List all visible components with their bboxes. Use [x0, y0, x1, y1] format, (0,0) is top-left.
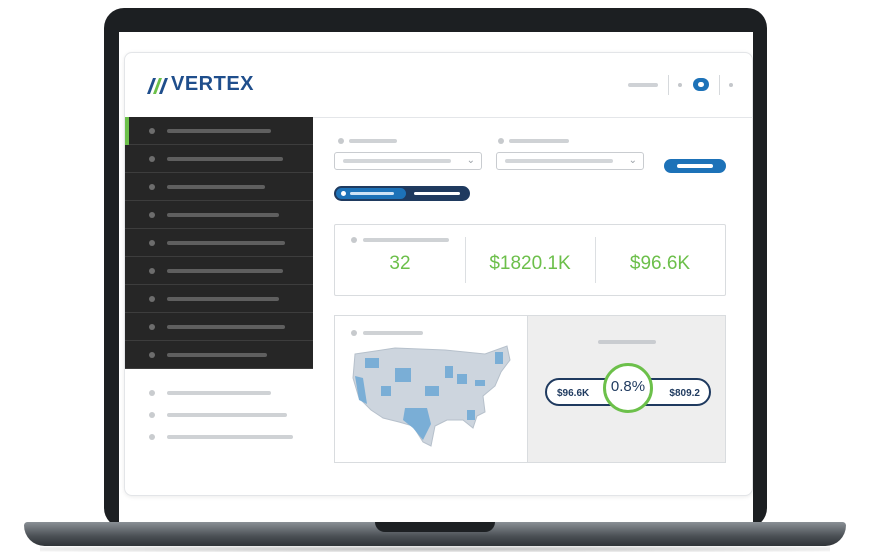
- chevron-down-icon: ⌄: [628, 155, 637, 166]
- laptop-shadow: [40, 546, 830, 552]
- sidebar-item[interactable]: [125, 313, 313, 341]
- sidebar-item-label: [167, 297, 279, 301]
- sidebar: [125, 117, 313, 495]
- map-state-highlight: [425, 386, 439, 396]
- sidebar-item[interactable]: [125, 201, 313, 229]
- toggle-option[interactable]: [414, 192, 460, 195]
- sidebar-item[interactable]: [125, 145, 313, 173]
- apply-button[interactable]: [664, 159, 726, 173]
- sidebar-item[interactable]: [125, 341, 313, 369]
- kpi-count: 32: [389, 253, 411, 274]
- chevron-down-icon: ⌄: [466, 155, 475, 166]
- sidebar-sub-item-label: [167, 391, 271, 395]
- sidebar-sub-item[interactable]: [125, 427, 313, 447]
- kpi-total: $1820.1K: [489, 253, 571, 274]
- kpi-tax: $96.6K: [629, 253, 691, 274]
- sidebar-sub-item[interactable]: [125, 383, 313, 403]
- sidebar-item-label: [167, 185, 265, 189]
- ratio-circle: 0.8%: [603, 363, 653, 413]
- map-state-highlight: [365, 358, 379, 368]
- bullet-icon: [149, 324, 155, 330]
- bullet-icon: [149, 268, 155, 274]
- kpi-card: 32 $1820.1K $96.6K: [334, 224, 726, 296]
- sidebar-item-label: [167, 157, 283, 161]
- bullet-icon: [149, 390, 155, 396]
- map-state-highlight: [475, 380, 485, 386]
- vertex-logo-icon: [147, 77, 168, 94]
- sidebar-item-label: [167, 325, 285, 329]
- ratio-center-value: 0.8%: [610, 378, 646, 395]
- sidebar-item-label: [167, 241, 285, 245]
- ratio-right-value: $809.2: [669, 388, 700, 399]
- ratio-left-value: $96.6K: [557, 388, 590, 399]
- main-content: ⌄ ⌄ 32 $1820.1K $96.6K $96.6K $809.2 0.8…: [313, 117, 752, 495]
- filter-label-icon: [498, 138, 504, 144]
- header-divider: [719, 75, 720, 95]
- brand-logo[interactable]: VERTEX: [147, 73, 254, 96]
- app-window: VERTEX ⌄ ⌄ 32 $1820.1K $96.6K $96.6K $80…: [124, 52, 753, 496]
- sidebar-item-label: [167, 213, 279, 217]
- map-card: [334, 315, 528, 463]
- app-header: VERTEX: [125, 53, 752, 118]
- bullet-icon: [149, 184, 155, 190]
- sidebar-sub-item[interactable]: [125, 405, 313, 425]
- header-toggle[interactable]: [693, 78, 709, 91]
- bullet-icon: [149, 352, 155, 358]
- toggle-option-active[interactable]: [336, 188, 406, 199]
- map-state-highlight: [457, 374, 467, 384]
- filter-select-1[interactable]: ⌄: [334, 152, 482, 170]
- header-divider: [668, 75, 669, 95]
- sidebar-item[interactable]: [125, 257, 313, 285]
- laptop-notch: [375, 522, 495, 532]
- select-placeholder: [343, 159, 451, 163]
- sidebar-item[interactable]: [125, 229, 313, 257]
- us-map[interactable]: [335, 316, 528, 463]
- bullet-icon: [149, 434, 155, 440]
- header-more-dot[interactable]: [729, 83, 733, 87]
- map-state-highlight: [445, 366, 453, 378]
- sidebar-item-label: [167, 129, 271, 133]
- bullet-icon: [149, 296, 155, 302]
- bullet-icon: [149, 240, 155, 246]
- kpi-label-icon: [351, 237, 357, 243]
- sidebar-sub-item-label: [167, 413, 287, 417]
- filter-label: [349, 139, 397, 143]
- bullet-icon: [149, 128, 155, 134]
- map-state-highlight: [495, 352, 503, 364]
- bullet-icon: [149, 412, 155, 418]
- sidebar-item-label: [167, 269, 283, 273]
- bullet-icon: [149, 212, 155, 218]
- map-state-highlight: [467, 410, 475, 420]
- header-user-menu[interactable]: [628, 83, 658, 87]
- sidebar-sub-item-label: [167, 435, 293, 439]
- filter-label-icon: [338, 138, 344, 144]
- sidebar-item[interactable]: [125, 285, 313, 313]
- brand-name: VERTEX: [171, 73, 255, 95]
- bullet-icon: [149, 156, 155, 162]
- kpi-label: [363, 238, 449, 242]
- filter-select-2[interactable]: ⌄: [496, 152, 644, 170]
- ratio-title: [598, 340, 656, 344]
- laptop-screen: VERTEX ⌄ ⌄ 32 $1820.1K $96.6K $96.6K $80…: [119, 32, 753, 524]
- sidebar-item[interactable]: [125, 117, 313, 145]
- select-placeholder: [505, 159, 613, 163]
- view-toggle[interactable]: [334, 186, 470, 201]
- sidebar-item[interactable]: [125, 173, 313, 201]
- header-dot: [678, 83, 682, 87]
- ratio-card: $96.6K $809.2 0.8%: [528, 315, 726, 463]
- filter-label: [509, 139, 569, 143]
- map-state-highlight: [381, 386, 391, 396]
- map-state-highlight: [395, 368, 411, 382]
- sidebar-item-label: [167, 353, 267, 357]
